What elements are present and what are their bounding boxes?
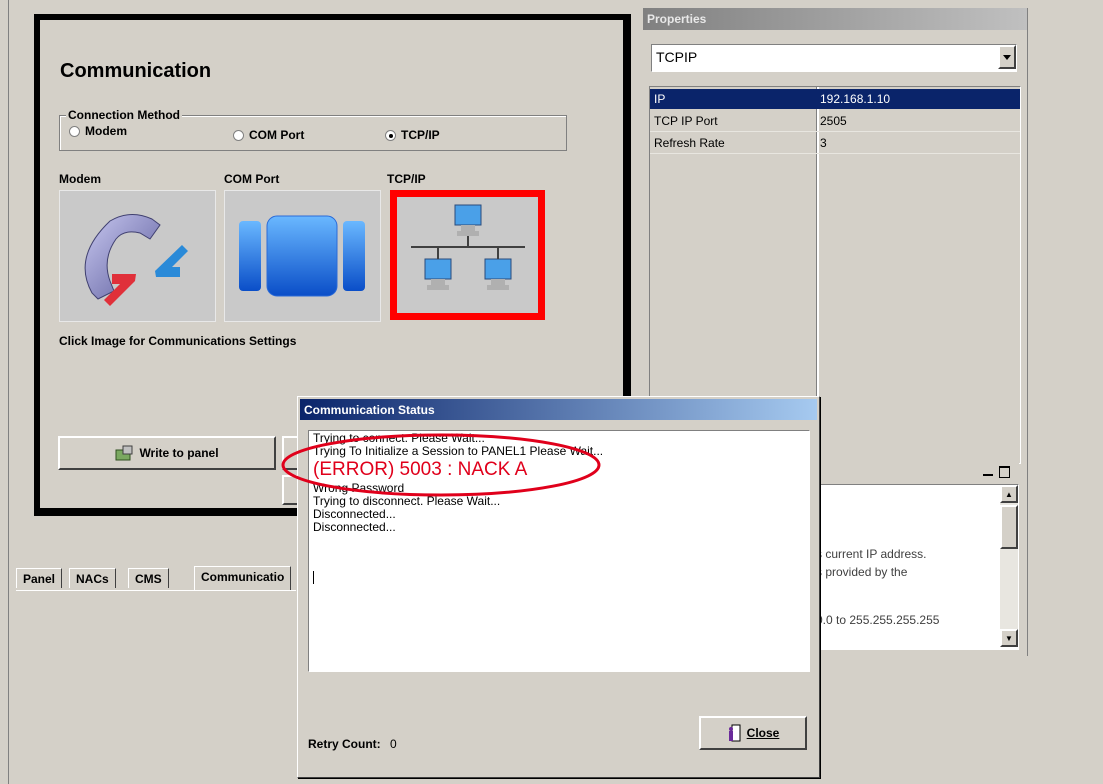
help-line: s current IP address. — [816, 547, 927, 561]
settings-hint: Click Image for Communications Settings — [59, 334, 297, 348]
com-port-label: COM Port — [224, 172, 280, 186]
radio-modem[interactable]: Modem — [69, 124, 127, 138]
radio-indicator — [69, 126, 80, 138]
scroll-down-button[interactable]: ▼ — [1000, 629, 1018, 647]
error-highlight-ellipse — [281, 433, 601, 497]
radio-indicator — [385, 130, 396, 142]
page-title: Communication — [60, 60, 212, 82]
minimize-icon[interactable] — [983, 474, 993, 476]
properties-title: Properties — [647, 12, 707, 26]
tab-strip: Panel NACs CMS Communicatio — [16, 566, 316, 590]
telephone-icon — [84, 214, 188, 306]
scroll-up-button[interactable]: ▲ — [1000, 485, 1018, 503]
help-line: 0.0 to 255.255.255.255 — [816, 613, 940, 627]
dropdown-button[interactable] — [998, 45, 1016, 69]
property-row-tcp-port[interactable]: TCP IP Port 2505 — [650, 111, 1020, 132]
group-label: Connection Method — [66, 108, 182, 122]
write-to-panel-button[interactable]: Write to panel — [58, 436, 276, 470]
log-line: Disconnected... — [313, 520, 396, 534]
maximize-icon[interactable] — [999, 466, 1010, 478]
tab-cms[interactable]: CMS — [128, 568, 169, 588]
write-panel-icon — [115, 445, 133, 461]
scroll-thumb[interactable] — [1000, 505, 1018, 549]
tcpip-label: TCP/IP — [387, 172, 426, 186]
serial-port-icon — [239, 215, 365, 297]
left-border — [8, 0, 9, 784]
properties-titlebar: Properties — [643, 8, 1027, 30]
modem-image-button[interactable] — [59, 190, 216, 322]
modem-label: Modem — [59, 172, 101, 186]
dialog-titlebar: Communication Status — [300, 399, 817, 420]
radio-indicator — [233, 130, 244, 142]
tab-strip-divider — [16, 590, 296, 591]
help-scrollbar[interactable]: ▲ ▼ — [1000, 485, 1018, 647]
radio-com-port[interactable]: COM Port — [233, 128, 304, 142]
tcpip-image-button[interactable] — [390, 190, 545, 320]
help-line: s provided by the — [816, 565, 908, 579]
retry-count: Retry Count: 0 — [308, 737, 397, 751]
tab-communication[interactable]: Communicatio — [194, 566, 292, 590]
property-row-refresh-rate[interactable]: Refresh Rate 3 — [650, 133, 1020, 154]
network-icon — [411, 204, 525, 290]
text-cursor — [313, 571, 314, 584]
property-row-ip[interactable]: IP 192.168.1.10 — [650, 89, 1020, 109]
chevron-down-icon — [1003, 54, 1011, 60]
tab-nacs[interactable]: NACs — [69, 568, 116, 588]
object-selector[interactable]: TCPIP — [651, 44, 1017, 72]
dialog-title: Communication Status — [304, 403, 435, 417]
close-button[interactable]: Close — [699, 716, 807, 750]
tab-panel[interactable]: Panel — [16, 568, 63, 588]
com-port-image-button[interactable] — [224, 190, 381, 322]
close-door-icon — [728, 724, 741, 742]
connection-method-group: Connection Method Modem COM Port TCP/IP — [59, 108, 567, 151]
radio-tcpip[interactable]: TCP/IP — [385, 128, 440, 142]
